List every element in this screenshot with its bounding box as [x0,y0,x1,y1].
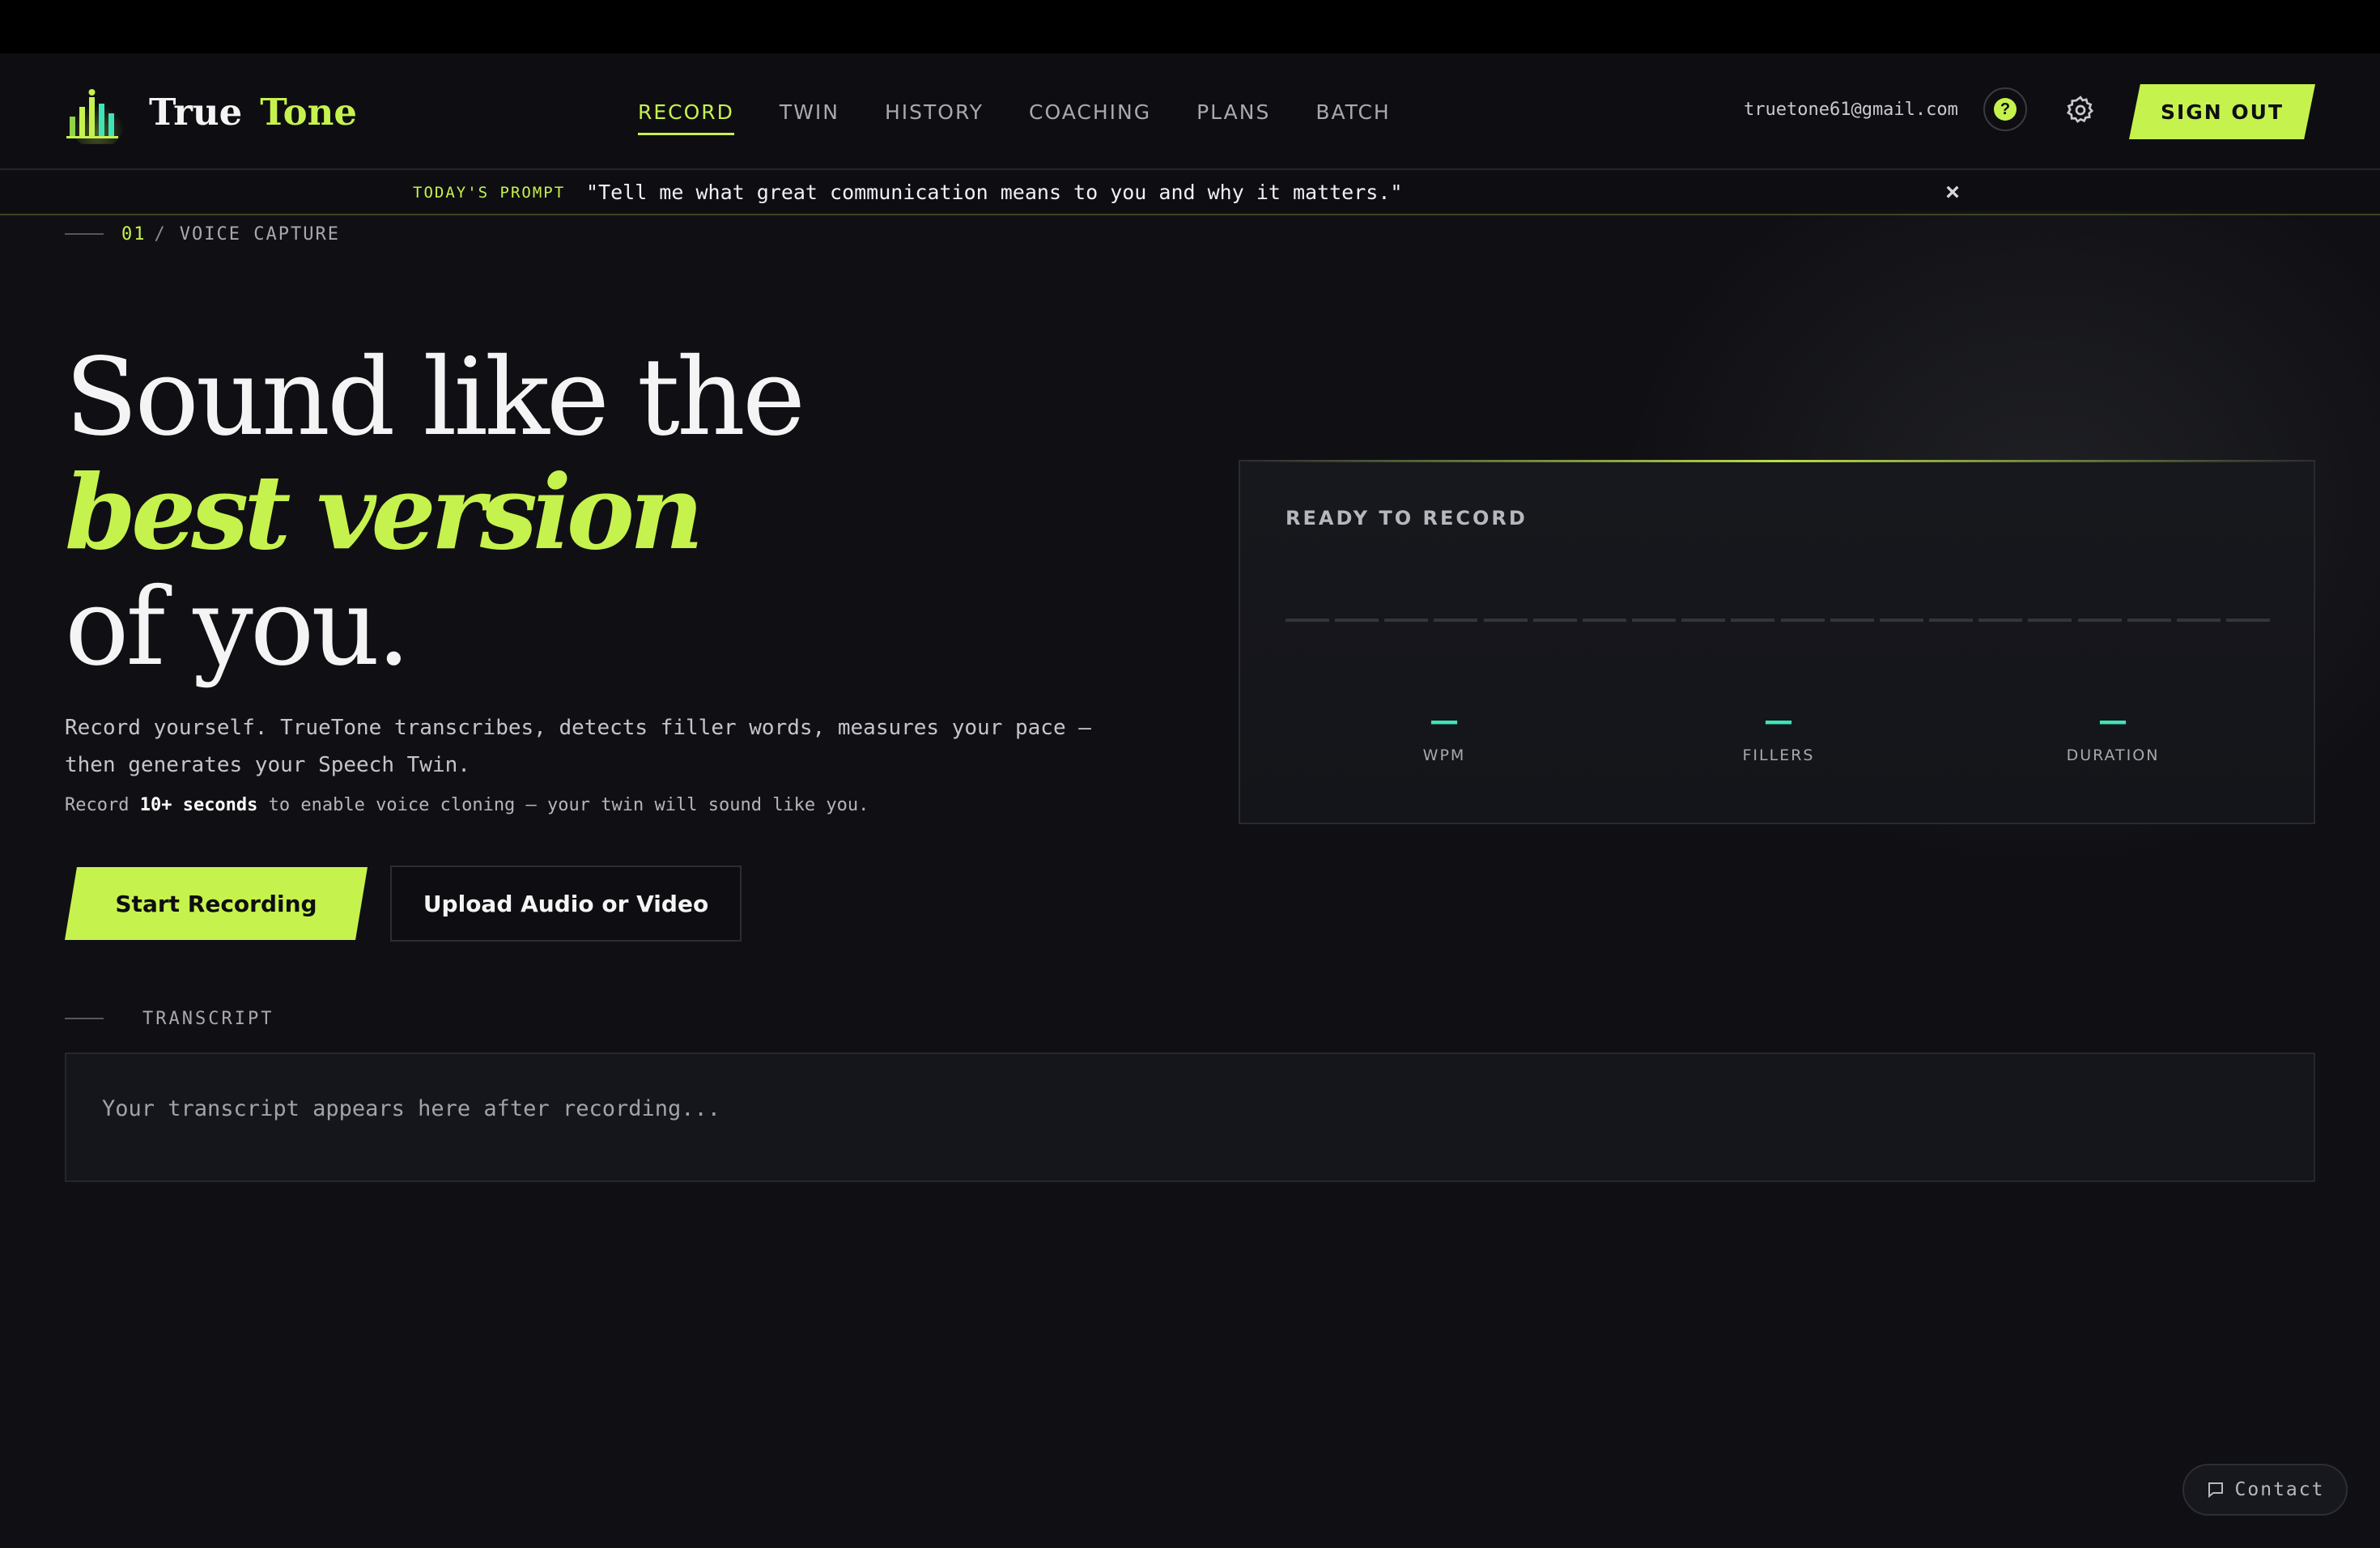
wave-segment [1731,619,1775,622]
wave-segment [1879,619,1923,622]
waveform-placeholder [1286,619,2270,623]
main-nav: RECORD TWIN HISTORY COACHING PLANS BATCH [638,53,1436,170]
wave-segment [1632,619,1677,622]
nav-history[interactable]: HISTORY [885,89,984,135]
brand-name-true: True [149,90,243,134]
gear-icon [2067,96,2094,123]
metric-label: WPM [1422,746,1466,764]
section-label: 01 / VOICE CAPTURE [65,222,340,246]
hero-line-1: Sound like the [65,335,805,460]
section-separator: / [154,223,167,245]
hero-heading: Sound like the best version of you. [65,340,1117,685]
section-name: VOICE CAPTURE [179,223,340,245]
metric-label: DURATION [2066,746,2160,764]
account-email: truetone61@gmail.com [1744,100,1958,120]
metric-wpm: — WPM [1323,704,1566,764]
panel-accent-line [1240,460,2317,462]
hero-description: Record yourself. TrueTone transcribes, d… [65,709,1133,784]
transcript-output[interactable]: Your transcript appears here after recor… [65,1053,2315,1182]
wave-segment [1978,619,2023,622]
transcript-section-label: TRANSCRIPT [65,1006,274,1031]
nav-plans[interactable]: PLANS [1196,89,1270,135]
wave-segment [2077,619,2122,622]
cloning-note: Record 10+ seconds to enable voice cloni… [65,795,869,815]
wave-segment [1335,619,1379,622]
nav-coaching[interactable]: COACHING [1029,89,1151,135]
metric-value: — [1430,704,1459,738]
recorder-panel: READY TO RECORD — WPM — FILLERS — DURATI… [1239,460,2317,824]
description-line-1: Record yourself. TrueTone transcribes, d… [65,716,1091,740]
hero-line-2-accent: best version [65,453,703,572]
note-duration: 10+ seconds [139,795,258,815]
wave-segment [1582,619,1626,622]
wave-segment [1384,619,1429,622]
description-line-2: then generates your Speech Twin. [65,753,470,777]
app-header: True Tone RECORD TWIN HISTORY COACHING P… [0,53,2380,170]
wave-segment [1681,619,1726,622]
wave-segment [1286,619,1329,622]
nav-record[interactable]: RECORD [638,89,734,135]
transcript-label: TRANSCRIPT [142,1008,274,1029]
wave-segment [1929,619,1974,622]
section-number: 01 [121,223,147,245]
help-button[interactable]: ? [1983,87,2027,131]
sign-out-button[interactable]: SIGN OUT [2129,84,2315,139]
nav-batch[interactable]: BATCH [1315,89,1390,135]
wave-segment [2225,619,2270,622]
contact-button[interactable]: Contact [2182,1464,2348,1516]
wave-segment [2127,619,2171,622]
nav-twin[interactable]: TWIN [780,89,839,135]
contact-label: Contact [2234,1479,2325,1500]
wave-segment [1780,619,1825,622]
metric-label: FILLERS [1742,746,1815,764]
settings-button[interactable] [2061,91,2100,130]
wave-segment [1434,619,1478,622]
wave-segment [2176,619,2221,622]
window-top-bar [0,0,2380,53]
question-icon: ? [1994,98,2017,121]
brand-logo[interactable]: True Tone [65,79,357,149]
close-icon[interactable]: × [1940,178,1966,207]
wave-segment [1483,619,1528,622]
divider [65,233,104,235]
upload-media-button[interactable]: Upload Audio or Video [390,865,742,942]
brand-name-tone: Tone [260,90,357,134]
note-prefix: Record [65,795,140,815]
hero-line-3: of you. [65,565,410,690]
wave-segment [1532,619,1577,622]
prompt-text: "Tell me what great communication means … [586,181,1403,204]
metric-fillers: — FILLERS [1657,704,1900,764]
transcript-placeholder: Your transcript appears here after recor… [102,1096,721,1121]
chat-bubble-icon [2208,1482,2223,1499]
equalizer-logo-icon [65,79,130,149]
start-recording-button[interactable]: Start Recording [65,867,368,940]
metric-value: — [2098,704,2127,738]
metric-duration: — DURATION [1991,704,2234,764]
wave-segment [1830,619,1874,622]
prompt-label: TODAY'S PROMPT [413,184,566,202]
divider [65,1018,104,1019]
daily-prompt-bar: TODAY'S PROMPT "Tell me what great commu… [0,172,2380,215]
wave-segment [2028,619,2072,622]
metric-value: — [1764,704,1793,738]
note-suffix: to enable voice cloning — your twin will… [257,795,869,815]
recorder-status: READY TO RECORD [1286,507,1528,529]
